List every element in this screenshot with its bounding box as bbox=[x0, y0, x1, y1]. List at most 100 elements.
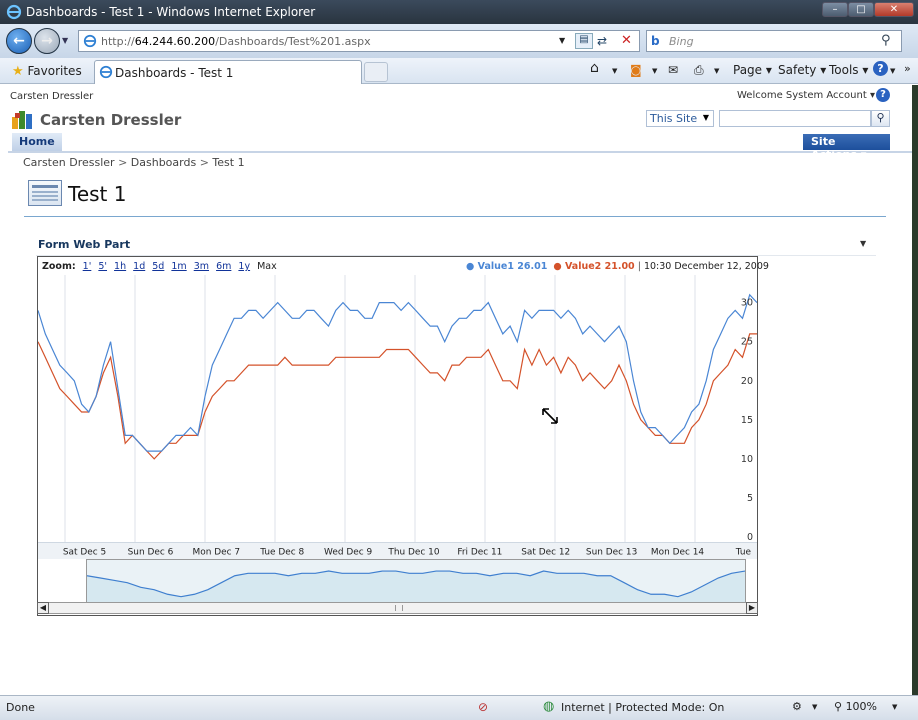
y-tick-label: 10 bbox=[741, 454, 753, 465]
breadcrumb: Carsten Dressler > Dashboards > Test 1 bbox=[23, 156, 245, 169]
site-search-button[interactable]: ⚲ bbox=[871, 110, 890, 127]
x-tick-label: Tue Dec 8 bbox=[259, 547, 304, 557]
breadcrumb-current: Test 1 bbox=[212, 156, 245, 169]
status-text: Done bbox=[6, 701, 35, 714]
zoom-1d[interactable]: 1d bbox=[133, 261, 145, 272]
chart-x-axis: Sat Dec 5 Sun Dec 6 Mon Dec 7 Tue Dec 8 Wed … bbox=[38, 542, 757, 559]
refresh-icon[interactable]: ⇄ bbox=[597, 34, 607, 48]
scroll-right-button[interactable]: ▶ bbox=[746, 602, 758, 614]
navigator-border bbox=[86, 559, 746, 560]
chart-timestamp: 10:30 December 12, 2009 bbox=[643, 261, 769, 272]
scroll-grip-icon[interactable] bbox=[395, 605, 403, 611]
zoom-level[interactable]: ⚲ 100% bbox=[834, 700, 877, 713]
home-icon[interactable]: ⌂ bbox=[590, 60, 599, 76]
address-dropdown-icon[interactable]: ▼ bbox=[559, 36, 565, 45]
zoom-label: Zoom: bbox=[42, 261, 76, 272]
mail-icon[interactable]: ✉ bbox=[668, 63, 678, 77]
site-search-input[interactable] bbox=[719, 110, 871, 127]
title-divider bbox=[24, 216, 886, 217]
close-window-button[interactable]: ✕ bbox=[874, 2, 914, 17]
y-tick-label: 15 bbox=[741, 415, 753, 426]
page-icon bbox=[83, 34, 97, 48]
stop-icon[interactable]: ✕ bbox=[621, 33, 632, 48]
y-tick-label: 25 bbox=[741, 337, 753, 348]
print-icon[interactable]: ⎙ bbox=[694, 63, 704, 78]
scroll-track[interactable] bbox=[49, 602, 747, 614]
search-scope-select[interactable]: This Site ▼ bbox=[646, 110, 714, 127]
site-owner-link[interactable]: Carsten Dressler bbox=[10, 91, 93, 102]
zoom-5d[interactable]: 5d bbox=[152, 261, 164, 272]
welcome-menu[interactable]: Welcome System Account ▾ bbox=[737, 90, 875, 101]
tab-dashboards-test-1[interactable]: Dashboards - Test 1 bbox=[94, 60, 362, 84]
zoom-6m[interactable]: 6m bbox=[216, 261, 231, 272]
zoom-1m[interactable]: 1m bbox=[171, 261, 186, 272]
print-dropdown-icon[interactable]: ▼ bbox=[714, 67, 719, 75]
webpart-title: Form Web Part bbox=[38, 238, 131, 251]
status-bar: Done ⊘ ◍ Internet | Protected Mode: On ⚙… bbox=[0, 695, 918, 720]
new-tab-button[interactable] bbox=[364, 62, 388, 82]
maximize-button[interactable]: □ bbox=[848, 2, 874, 17]
zoom-3m[interactable]: 3m bbox=[194, 261, 209, 272]
help-icon[interactable]: ? bbox=[873, 61, 888, 76]
search-icon[interactable]: ⚲ bbox=[881, 33, 891, 48]
forward-button[interactable]: → bbox=[34, 28, 60, 54]
zoom-dropdown-icon[interactable]: ▼ bbox=[892, 703, 897, 711]
safety-menu[interactable]: Safety ▾ bbox=[778, 63, 826, 77]
site-title[interactable]: Carsten Dressler bbox=[40, 111, 181, 129]
zoom-max[interactable]: Max bbox=[257, 261, 277, 272]
minimize-button[interactable]: – bbox=[822, 2, 848, 17]
help-dropdown-icon[interactable]: ▼ bbox=[890, 67, 895, 75]
security-zone[interactable]: Internet | Protected Mode: On bbox=[561, 701, 724, 714]
zoom-5min[interactable]: 5' bbox=[98, 261, 107, 272]
zoom-1h[interactable]: 1h bbox=[114, 261, 126, 272]
address-url: http://64.244.60.200/Dashboards/Test%201… bbox=[101, 35, 371, 48]
sp-help-icon[interactable]: ? bbox=[876, 88, 890, 102]
breadcrumb-dashboards[interactable]: Dashboards bbox=[131, 156, 196, 169]
breadcrumb-site[interactable]: Carsten Dressler bbox=[23, 156, 115, 169]
x-tick-label: Mon Dec 7 bbox=[193, 547, 241, 557]
x-tick-label: Sat Dec 5 bbox=[63, 547, 106, 557]
search-box[interactable]: b Bing ⚲ bbox=[646, 30, 902, 52]
zoom-1y[interactable]: 1y bbox=[238, 261, 250, 272]
stock-chart: Zoom: 1' 5' 1h 1d 5d 1m 3m 6m 1y Max ● V… bbox=[37, 256, 769, 616]
chart-legend: ● Value1 26.01 ● Value2 21.00 | 10:30 De… bbox=[466, 261, 769, 272]
recent-pages-icon[interactable]: ▼ bbox=[62, 36, 68, 45]
tools-menu[interactable]: Tools ▾ bbox=[829, 63, 868, 77]
navigator-scrollbar[interactable]: ◀ ▶ bbox=[37, 602, 758, 614]
protected-mode-dropdown-icon[interactable]: ▼ bbox=[812, 703, 817, 711]
chart-plot-area[interactable]: 051015202530 bbox=[38, 275, 757, 568]
legend-value1[interactable]: ● Value1 26.01 bbox=[466, 261, 547, 272]
feeds-dropdown-icon[interactable]: ▼ bbox=[652, 67, 657, 75]
legend-value2[interactable]: ● Value2 21.00 bbox=[553, 261, 634, 272]
scroll-left-button[interactable]: ◀ bbox=[37, 602, 49, 614]
y-tick-label: 30 bbox=[741, 298, 753, 309]
compatibility-view-icon[interactable]: ▤ bbox=[575, 33, 593, 49]
favorites-star-icon: ★ bbox=[12, 64, 24, 79]
page-menu[interactable]: Page ▾ bbox=[733, 63, 772, 77]
internet-zone-icon: ◍ bbox=[543, 699, 555, 714]
home-dropdown-icon[interactable]: ▼ bbox=[612, 67, 617, 75]
x-tick-label: Sat Dec 12 bbox=[521, 547, 570, 557]
search-placeholder: Bing bbox=[669, 35, 694, 48]
bing-icon: b bbox=[651, 34, 660, 48]
more-commands-icon[interactable]: » bbox=[904, 62, 911, 75]
zoom-1min[interactable]: 1' bbox=[83, 261, 92, 272]
protected-mode-icon[interactable]: ⚙ bbox=[792, 700, 802, 713]
tab-page-icon bbox=[99, 65, 113, 79]
x-tick-label: Wed Dec 9 bbox=[324, 547, 372, 557]
x-tick-label: Sun Dec 6 bbox=[128, 547, 174, 557]
nav-home-tab[interactable]: Home bbox=[12, 133, 62, 151]
page-type-icon bbox=[28, 180, 62, 206]
series-line-value2[interactable] bbox=[38, 333, 757, 460]
x-tick-label: Thu Dec 10 bbox=[387, 547, 439, 557]
popup-blocker-icon[interactable]: ⊘ bbox=[478, 700, 488, 714]
site-actions-menu[interactable]: Site Actions ▾ bbox=[803, 134, 890, 161]
favorites-bar: ★ Favorites Dashboards - Test 1 ⌂ ▼ ◙ ▼ … bbox=[0, 58, 918, 84]
back-button[interactable]: ← bbox=[6, 28, 32, 54]
address-bar[interactable]: http://64.244.60.200/Dashboards/Test%201… bbox=[78, 30, 640, 52]
series-line-value1[interactable] bbox=[38, 293, 757, 452]
feeds-icon[interactable]: ◙ bbox=[630, 63, 642, 77]
favorites-button[interactable]: ★ Favorites bbox=[6, 61, 88, 81]
y-tick-label: 5 bbox=[747, 493, 753, 504]
webpart-menu-icon[interactable]: ▼ bbox=[860, 239, 866, 248]
